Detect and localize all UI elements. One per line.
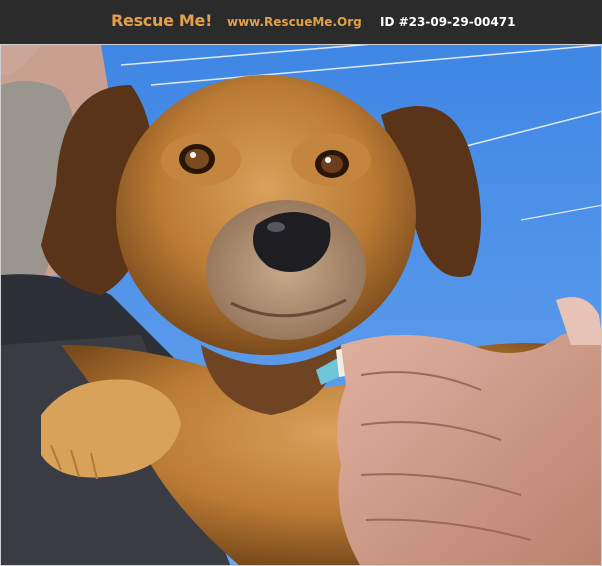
pet-id-label: ID #23-09-29-00471	[380, 15, 516, 29]
dog-photo-illustration	[1, 45, 601, 565]
header-bar: Rescue Me! www.RescueMe.Org ID #23-09-29…	[0, 0, 602, 44]
dog-photo	[0, 44, 602, 566]
rescue-me-logo[interactable]: Rescue Me!	[111, 11, 212, 30]
site-url[interactable]: www.RescueMe.Org	[227, 15, 362, 29]
man-hand	[336, 331, 601, 565]
